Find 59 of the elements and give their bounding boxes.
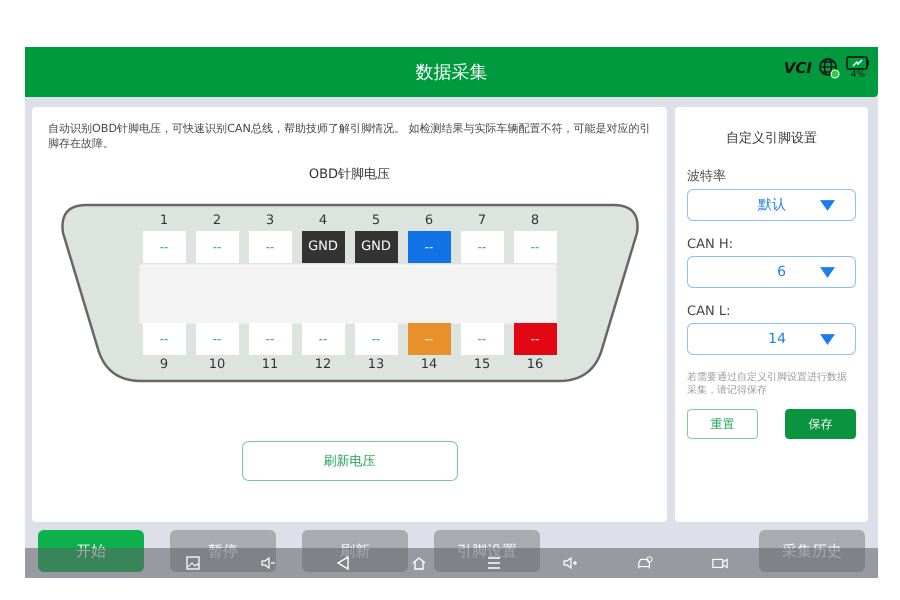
pin-number: 11 xyxy=(260,356,280,374)
refresh-voltage-button[interactable]: 刷新电压 xyxy=(242,441,458,481)
pin-number: 8 xyxy=(530,212,540,230)
globe-icon xyxy=(818,57,840,79)
volume-down-icon[interactable] xyxy=(260,555,276,571)
pin-number: 4 xyxy=(318,212,328,230)
pin-value: -- xyxy=(196,323,238,355)
pin-value: -- xyxy=(196,231,238,263)
pin-number: 3 xyxy=(264,212,276,230)
settings-note: 若需要通过自定义引脚设置进行数据采集，请记得保存 xyxy=(687,371,848,397)
pin-value: GND xyxy=(302,231,344,263)
volume-up-icon[interactable] xyxy=(562,555,578,571)
pin-value: -- xyxy=(460,231,504,263)
pin-value: -- xyxy=(302,323,344,355)
dropdown[interactable]: 14 xyxy=(687,323,856,355)
pin-value: -- xyxy=(142,231,186,263)
pin-value: -- xyxy=(354,323,398,355)
caret-icon xyxy=(820,334,835,344)
pin-value: -- xyxy=(248,231,292,263)
intro-text: 自动识别OBD针脚电压，可快速识别CAN总线，帮助技师了解引脚情况。 如检测结果与实际车辆配置不符，可能是对应的引脚存在故障。 xyxy=(48,121,651,151)
reset-button[interactable]: 重置 xyxy=(687,409,758,439)
pin-value: -- xyxy=(514,323,556,355)
pin-number: 7 xyxy=(476,212,488,230)
vci-label: VCI xyxy=(784,59,812,77)
pin-number: 16 xyxy=(526,356,544,374)
pin-number: 15 xyxy=(472,356,492,374)
battery-icon xyxy=(846,56,870,70)
pin-number: 12 xyxy=(314,356,332,374)
pin-value: -- xyxy=(460,323,504,355)
pin-number: 10 xyxy=(208,356,226,374)
dropdown[interactable]: 6 xyxy=(687,256,856,288)
pin-number: 9 xyxy=(158,356,170,374)
pin-value: -- xyxy=(514,231,556,263)
pin-value: -- xyxy=(142,323,186,355)
caret-icon xyxy=(820,200,835,210)
field-label: CAN H: xyxy=(687,237,734,252)
home-icon[interactable] xyxy=(410,555,427,571)
pin-value: -- xyxy=(408,231,450,263)
action-button[interactable]: 开始 xyxy=(38,530,144,572)
connector-title: OBD针脚电压 xyxy=(308,166,390,183)
settings-title: 自定义引脚设置 xyxy=(725,130,818,147)
pin-number: 13 xyxy=(366,356,386,374)
screen-title: 数据采集 xyxy=(416,61,488,84)
pin-number: 5 xyxy=(370,212,382,230)
pin-value: -- xyxy=(248,323,292,355)
save-button[interactable]: 保存 xyxy=(785,409,856,439)
car-icon[interactable] xyxy=(636,555,653,571)
gallery-icon[interactable] xyxy=(184,555,201,571)
field-label: 波特率 xyxy=(687,168,727,185)
pin-number: 1 xyxy=(158,212,170,230)
pin-value: -- xyxy=(408,323,450,355)
pin-value: GND xyxy=(354,231,398,263)
caret-icon xyxy=(820,266,835,278)
battery-percent: 4% xyxy=(850,70,866,80)
pin-number: 2 xyxy=(212,212,222,230)
field-label: CAN L: xyxy=(687,304,732,319)
pin-number: 14 xyxy=(420,356,438,374)
pin-number: 6 xyxy=(424,212,434,230)
dropdown[interactable]: 默认 xyxy=(687,189,856,221)
